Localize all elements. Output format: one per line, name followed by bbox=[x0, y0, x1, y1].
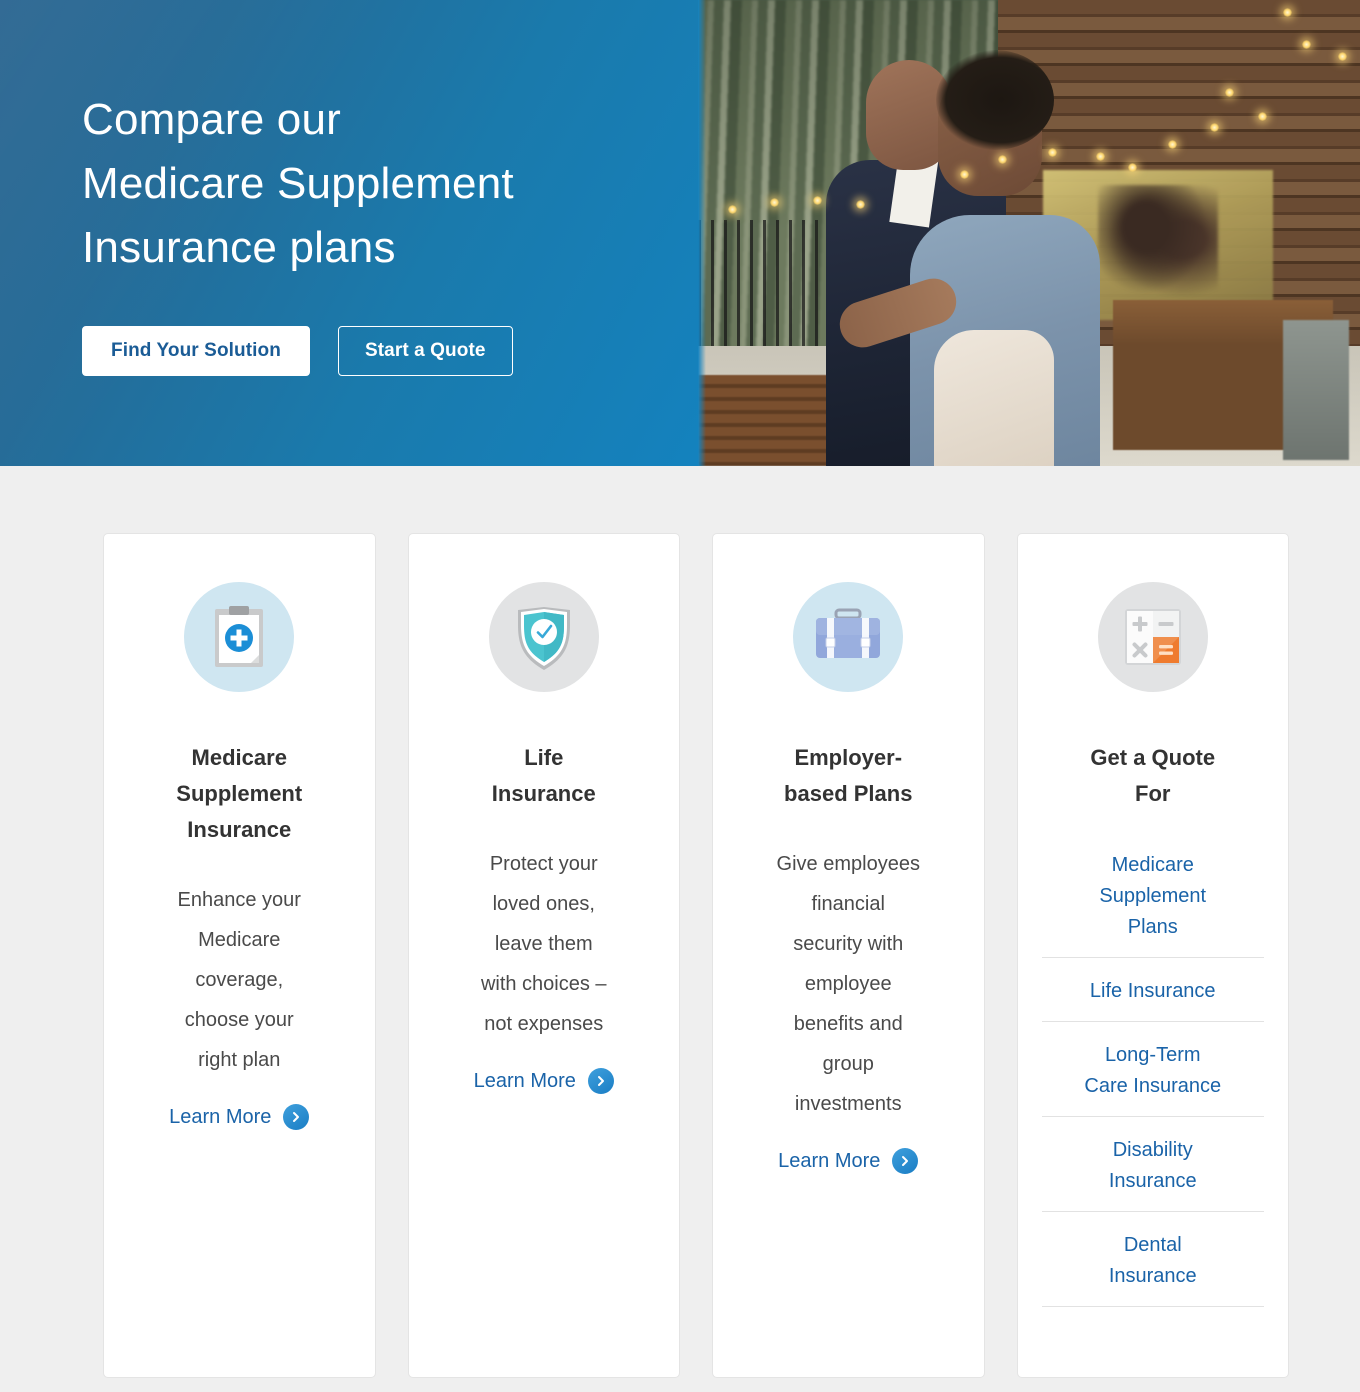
card-get-a-quote-for[interactable]: Get a Quote For Medicare Supplement Plan… bbox=[1016, 533, 1289, 1378]
card-title: Employer- based Plans bbox=[784, 745, 913, 806]
hero-copy: Compare our Medicare Supplement Insuranc… bbox=[82, 88, 514, 376]
quote-link-dental-insurance[interactable]: Dental Insurance bbox=[1042, 1230, 1265, 1292]
photo-window-figures bbox=[1098, 185, 1218, 305]
quote-link-medicare-supplement-plans[interactable]: Medicare Supplement Plans bbox=[1042, 850, 1265, 943]
chevron-right-icon bbox=[283, 1104, 310, 1130]
find-your-solution-button[interactable]: Find Your Solution bbox=[82, 326, 310, 376]
list-item: Disability Insurance bbox=[1041, 1131, 1265, 1212]
quote-link-long-term-care-insurance[interactable]: Long-Term Care Insurance bbox=[1042, 1040, 1265, 1102]
learn-more-link[interactable]: Learn More bbox=[474, 1068, 614, 1094]
briefcase-icon bbox=[793, 582, 904, 692]
learn-more-label: Learn More bbox=[473, 1069, 576, 1092]
card-description: Protect your loved ones, leave them with… bbox=[480, 853, 607, 1035]
hero-text-panel: Compare our Medicare Supplement Insuranc… bbox=[0, 0, 698, 466]
learn-more-label: Learn More bbox=[778, 1149, 881, 1172]
learn-more-link[interactable]: Learn More bbox=[778, 1148, 919, 1174]
photo-woman-wrap bbox=[934, 330, 1054, 466]
list-item: Life Insurance bbox=[1041, 972, 1265, 1022]
quote-link-life-insurance[interactable]: Life Insurance bbox=[1042, 976, 1265, 1007]
chevron-right-icon bbox=[587, 1068, 614, 1094]
list-item: Medicare Supplement Plans bbox=[1041, 850, 1265, 958]
cards-section: Medicare Supplement Insurance Enhance yo… bbox=[0, 466, 1360, 1392]
photo-left-edge-fade bbox=[698, 0, 706, 466]
hero-button-group: Find Your Solution Start a Quote bbox=[82, 326, 514, 376]
card-medicare-supplement-insurance[interactable]: Medicare Supplement Insurance Enhance yo… bbox=[103, 533, 376, 1378]
list-item: Long-Term Care Insurance bbox=[1041, 1036, 1265, 1117]
hero-banner: Compare our Medicare Supplement Insuranc… bbox=[0, 0, 1360, 466]
hero-photo bbox=[698, 0, 1360, 466]
quote-links-list: Medicare Supplement Plans Life Insurance… bbox=[1041, 850, 1265, 1321]
card-title: Medicare Supplement Insurance bbox=[176, 745, 303, 842]
card-description: Give employees financial security with e… bbox=[776, 853, 920, 1115]
learn-more-link[interactable]: Learn More bbox=[169, 1104, 310, 1130]
quote-link-disability-insurance[interactable]: Disability Insurance bbox=[1042, 1135, 1265, 1197]
card-description: Enhance your Medicare coverage, choose y… bbox=[177, 889, 301, 1071]
photo-draped-blanket bbox=[1283, 320, 1349, 460]
cards-row: Medicare Supplement Insurance Enhance yo… bbox=[103, 533, 1289, 1378]
photo-woman-hair bbox=[936, 50, 1054, 150]
start-a-quote-button[interactable]: Start a Quote bbox=[337, 326, 513, 376]
card-life-insurance[interactable]: Life Insurance Protect your loved ones, … bbox=[407, 533, 680, 1378]
card-title: Get a Quote For bbox=[1090, 745, 1216, 806]
clipboard-plus-icon bbox=[184, 582, 295, 692]
shield-check-icon bbox=[488, 582, 599, 692]
calculator-icon bbox=[1097, 582, 1208, 692]
card-title: Life Insurance bbox=[491, 745, 596, 806]
page-title: Compare our Medicare Supplement Insuranc… bbox=[82, 95, 514, 272]
list-item: Dental Insurance bbox=[1041, 1226, 1265, 1307]
learn-more-label: Learn More bbox=[169, 1105, 272, 1128]
chevron-right-icon bbox=[892, 1148, 919, 1174]
card-employer-based-plans[interactable]: Employer- based Plans Give employees fin… bbox=[712, 533, 985, 1378]
